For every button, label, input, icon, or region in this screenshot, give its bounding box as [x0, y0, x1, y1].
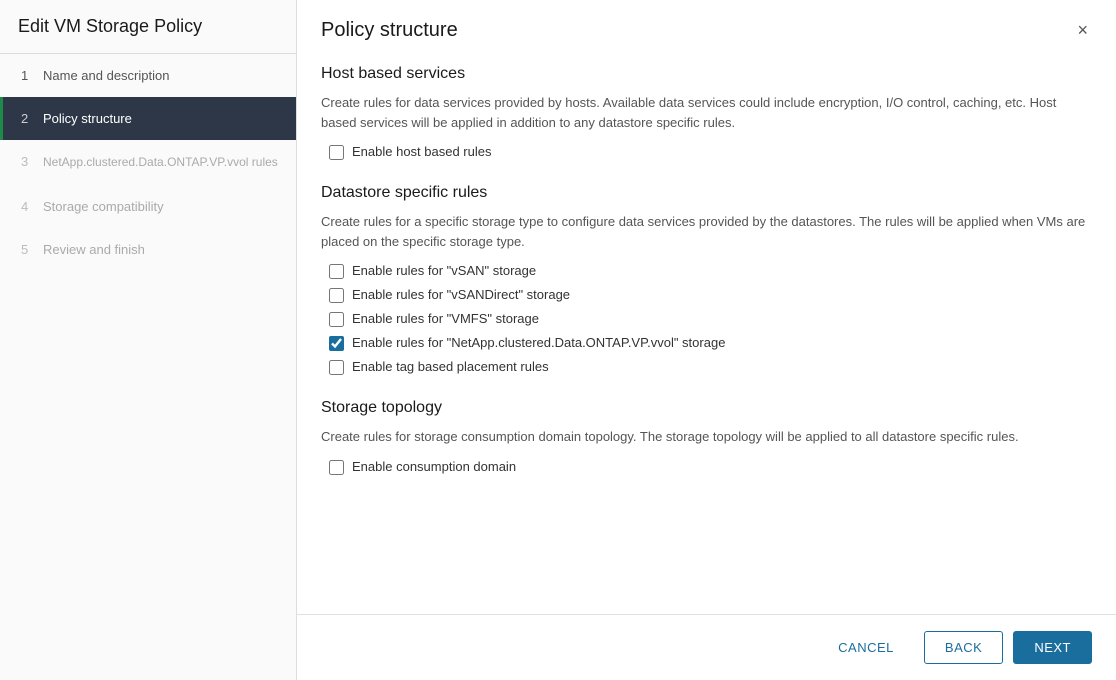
storage-topology-title: Storage topology	[321, 399, 1092, 417]
dialog-body: Edit VM Storage Policy 1 Name and descri…	[0, 0, 1116, 680]
enable-tag-based-checkbox[interactable]	[329, 360, 344, 375]
enable-vsandirect-checkbox[interactable]	[329, 288, 344, 303]
checkbox-row-enable-vmfs: Enable rules for "VMFS" storage	[321, 311, 1092, 327]
enable-vsandirect-label[interactable]: Enable rules for "vSANDirect" storage	[352, 287, 570, 302]
step-5-label: Review and finish	[43, 242, 145, 257]
sidebar-item-storage-compatibility[interactable]: 4 Storage compatibility	[0, 185, 296, 228]
enable-vmfs-checkbox[interactable]	[329, 312, 344, 327]
step-2-number: 2	[21, 111, 35, 126]
section-host-based-services: Host based services Create rules for dat…	[321, 65, 1092, 160]
step-1-label: Name and description	[43, 68, 169, 83]
close-button[interactable]: ×	[1073, 16, 1092, 45]
checkbox-row-enable-vsandirect: Enable rules for "vSANDirect" storage	[321, 287, 1092, 303]
host-based-services-desc: Create rules for data services provided …	[321, 93, 1092, 132]
step-4-label: Storage compatibility	[43, 199, 164, 214]
checkbox-row-enable-netapp-vvol: Enable rules for "NetApp.clustered.Data.…	[321, 335, 1092, 351]
enable-vsan-checkbox[interactable]	[329, 264, 344, 279]
step-5-number: 5	[21, 242, 35, 257]
dialog: Edit VM Storage Policy 1 Name and descri…	[0, 0, 1116, 680]
checkbox-row-enable-vsan: Enable rules for "vSAN" storage	[321, 263, 1092, 279]
sidebar-item-vvol-rules[interactable]: 3 NetApp.clustered.Data.ONTAP.VP.vvol ru…	[0, 140, 296, 185]
next-button[interactable]: NEXT	[1013, 631, 1092, 664]
section-datastore-specific-rules: Datastore specific rules Create rules fo…	[321, 184, 1092, 375]
enable-netapp-vvol-checkbox[interactable]	[329, 336, 344, 351]
sidebar-item-review-finish[interactable]: 5 Review and finish	[0, 228, 296, 271]
step-3-label: NetApp.clustered.Data.ONTAP.VP.vvol rule…	[43, 154, 278, 171]
checkbox-row-enable-consumption-domain: Enable consumption domain	[321, 459, 1092, 475]
storage-topology-desc: Create rules for storage consumption dom…	[321, 427, 1092, 447]
checkbox-row-enable-tag-based: Enable tag based placement rules	[321, 359, 1092, 375]
enable-host-based-rules-checkbox[interactable]	[329, 145, 344, 160]
main-header: Policy structure ×	[297, 0, 1116, 45]
sidebar: Edit VM Storage Policy 1 Name and descri…	[0, 0, 297, 680]
enable-consumption-domain-label[interactable]: Enable consumption domain	[352, 459, 516, 474]
sidebar-item-name-description[interactable]: 1 Name and description	[0, 54, 296, 97]
enable-tag-based-label[interactable]: Enable tag based placement rules	[352, 359, 549, 374]
datastore-specific-rules-title: Datastore specific rules	[321, 184, 1092, 202]
main-content: Policy structure × Host based services C…	[297, 0, 1116, 680]
enable-netapp-vvol-label[interactable]: Enable rules for "NetApp.clustered.Data.…	[352, 335, 725, 350]
footer: CANCEL BACK NEXT	[297, 614, 1116, 680]
cancel-button[interactable]: CANCEL	[818, 631, 914, 664]
sidebar-items: 1 Name and description 2 Policy structur…	[0, 54, 296, 680]
step-4-number: 4	[21, 199, 35, 214]
main-header-title: Policy structure	[321, 19, 458, 42]
enable-host-based-rules-label[interactable]: Enable host based rules	[352, 144, 491, 159]
section-storage-topology: Storage topology Create rules for storag…	[321, 399, 1092, 475]
enable-vsan-label[interactable]: Enable rules for "vSAN" storage	[352, 263, 536, 278]
enable-vmfs-label[interactable]: Enable rules for "VMFS" storage	[352, 311, 539, 326]
sidebar-title: Edit VM Storage Policy	[0, 0, 296, 54]
checkbox-row-enable-host-based-rules: Enable host based rules	[321, 144, 1092, 160]
step-1-number: 1	[21, 68, 35, 83]
host-based-services-title: Host based services	[321, 65, 1092, 83]
main-body: Host based services Create rules for dat…	[297, 45, 1116, 614]
enable-consumption-domain-checkbox[interactable]	[329, 460, 344, 475]
back-button[interactable]: BACK	[924, 631, 1003, 664]
step-2-label: Policy structure	[43, 111, 132, 126]
sidebar-item-policy-structure[interactable]: 2 Policy structure	[0, 97, 296, 140]
datastore-specific-rules-desc: Create rules for a specific storage type…	[321, 212, 1092, 251]
step-3-number: 3	[21, 154, 35, 169]
